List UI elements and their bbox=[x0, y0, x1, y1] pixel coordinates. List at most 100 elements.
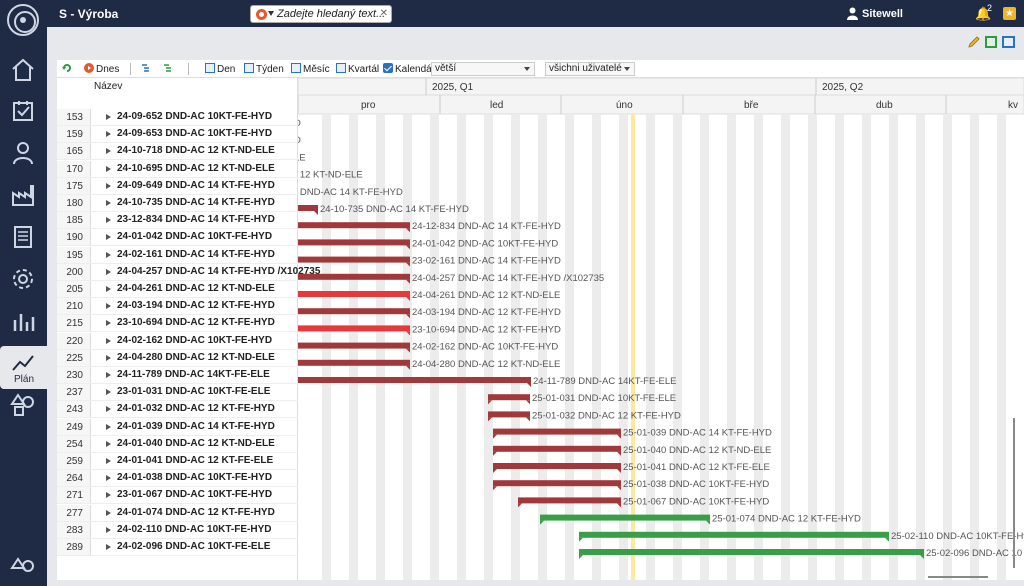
search-scope-icon[interactable] bbox=[256, 9, 267, 20]
today-button[interactable]: Dnes bbox=[84, 63, 119, 75]
shapes-icon[interactable] bbox=[10, 392, 36, 418]
table-row[interactable]: 153 24-09-652 DND-AC 10KT-FE-HYD bbox=[57, 109, 298, 126]
table-row[interactable]: 220 24-02-162 DND-AC 10KT-FE-HYD bbox=[57, 332, 298, 350]
expand-arrow-icon[interactable] bbox=[106, 165, 111, 172]
expand-arrow-icon[interactable] bbox=[106, 475, 111, 482]
gantt-bar[interactable] bbox=[298, 291, 410, 297]
expand-arrow-icon[interactable] bbox=[106, 320, 111, 327]
expand-arrow-icon[interactable] bbox=[106, 182, 111, 189]
expand-arrow-icon[interactable] bbox=[106, 303, 111, 310]
week-button[interactable]: Týden bbox=[244, 63, 284, 75]
table-row[interactable]: 237 23-01-031 DND-AC 10KT-FE-ELE bbox=[57, 384, 298, 402]
document-icon[interactable] bbox=[10, 224, 36, 250]
expand-arrow-icon[interactable] bbox=[106, 217, 111, 224]
table-row[interactable]: 190 24-01-042 DND-AC 10KT-FE-HYD bbox=[57, 229, 298, 247]
gantt-bar[interactable] bbox=[298, 205, 318, 211]
quarter-button[interactable]: Kvartál bbox=[336, 63, 379, 75]
expand-arrow-icon[interactable] bbox=[106, 372, 111, 378]
gantt-bar[interactable] bbox=[298, 308, 410, 315]
users-select[interactable]: všichni uživatelé bbox=[545, 62, 635, 76]
table-row[interactable]: 205 24-04-261 DND-AC 12 KT-ND-ELE bbox=[57, 281, 298, 298]
table-row[interactable]: 215 23-10-694 DND-AC 12 KT-FE-HYD bbox=[57, 315, 298, 333]
gantt-bar[interactable] bbox=[298, 222, 410, 229]
expand-icon[interactable] bbox=[163, 63, 175, 75]
size-select[interactable]: větší bbox=[431, 62, 535, 76]
table-row[interactable]: 271 23-01-067 DND-AC 10KT-FE-HYD bbox=[57, 487, 298, 505]
gantt-bar[interactable] bbox=[579, 549, 924, 555]
expand-arrow-icon[interactable] bbox=[106, 509, 111, 516]
table-row[interactable]: 277 24-01-074 DND-AC 12 KT-FE-HYD bbox=[57, 504, 298, 522]
gantt-bar[interactable] bbox=[298, 239, 410, 246]
gantt-bar[interactable] bbox=[518, 497, 621, 504]
gantt-bar[interactable] bbox=[579, 531, 889, 538]
expand-arrow-icon[interactable] bbox=[106, 286, 111, 292]
table-row[interactable]: 185 23-12-834 DND-AC 14 KT-FE-HYD bbox=[57, 212, 298, 230]
vertical-scrollbar[interactable] bbox=[1013, 418, 1015, 568]
gantt-bar[interactable] bbox=[298, 273, 410, 280]
refresh-icon[interactable] bbox=[62, 63, 74, 75]
search-input[interactable]: Zadejte hledaný text... ✕ bbox=[250, 5, 392, 23]
settings-icon[interactable] bbox=[10, 266, 36, 292]
table-row[interactable]: 230 24-11-789 DND-AC 14KT-FE-ELE bbox=[57, 367, 298, 384]
table-row[interactable]: 180 24-10-735 DND-AC 14 KT-FE-HYD bbox=[57, 195, 298, 212]
gantt-bar[interactable] bbox=[493, 463, 621, 469]
expand-arrow-icon[interactable] bbox=[106, 389, 111, 396]
gantt-bar[interactable] bbox=[493, 428, 621, 435]
person-icon[interactable] bbox=[10, 140, 36, 166]
home-icon[interactable] bbox=[10, 57, 36, 83]
grid-view-icon[interactable] bbox=[985, 36, 997, 48]
expand-arrow-icon[interactable] bbox=[106, 234, 111, 241]
expand-arrow-icon[interactable] bbox=[106, 526, 111, 533]
shapes-icon-bottom[interactable] bbox=[10, 556, 36, 582]
table-row[interactable]: 165 24-10-718 DND-AC 12 KT-ND-ELE bbox=[57, 143, 298, 161]
table-row[interactable]: 249 24-01-039 DND-AC 14 KT-FE-HYD bbox=[57, 418, 298, 436]
table-row[interactable]: 259 24-01-041 DND-AC 12 KT-FE-ELE bbox=[57, 453, 298, 470]
table-row[interactable]: 254 24-01-040 DND-AC 12 KT-ND-ELE bbox=[57, 435, 298, 453]
expand-arrow-icon[interactable] bbox=[106, 268, 111, 275]
table-row[interactable]: 210 24-03-194 DND-AC 12 KT-FE-HYD bbox=[57, 298, 298, 316]
gantt-bar[interactable] bbox=[488, 394, 530, 401]
expand-arrow-icon[interactable] bbox=[106, 458, 111, 464]
expand-arrow-icon[interactable] bbox=[106, 337, 111, 344]
gantt-bar[interactable] bbox=[493, 445, 621, 452]
user-icon[interactable] bbox=[847, 7, 858, 20]
gantt-bar[interactable] bbox=[493, 480, 621, 487]
chart-icon[interactable] bbox=[10, 308, 36, 334]
expand-arrow-icon[interactable] bbox=[106, 251, 111, 258]
gantt-bar[interactable] bbox=[298, 377, 531, 383]
calendar-checkbox[interactable]: Kalendář bbox=[383, 63, 435, 75]
expand-arrow-icon[interactable] bbox=[106, 544, 111, 550]
expand-arrow-icon[interactable] bbox=[106, 440, 111, 447]
factory-icon[interactable] bbox=[10, 182, 36, 208]
collapse-icon[interactable] bbox=[141, 63, 153, 75]
table-row[interactable]: 283 24-02-110 DND-AC 10KT-FE-HYD bbox=[57, 521, 298, 539]
expand-arrow-icon[interactable] bbox=[106, 148, 111, 155]
horizontal-scrollbar[interactable] bbox=[928, 576, 988, 578]
gantt-bar[interactable] bbox=[298, 256, 410, 263]
table-row[interactable]: 225 24-04-280 DND-AC 12 KT-ND-ELE bbox=[57, 349, 298, 367]
table-row[interactable]: 289 24-02-096 DND-AC 10KT-FE-ELE bbox=[57, 539, 298, 556]
close-icon[interactable]: ✕ bbox=[380, 8, 388, 19]
star-icon[interactable]: ★ bbox=[1003, 7, 1016, 20]
chevron-down-icon[interactable] bbox=[268, 11, 274, 16]
table-row[interactable]: 243 24-01-032 DND-AC 12 KT-FE-HYD bbox=[57, 401, 298, 419]
gantt-bar[interactable] bbox=[540, 514, 710, 521]
calendar-view-icon[interactable] bbox=[1002, 36, 1015, 48]
table-row[interactable]: 195 24-02-161 DND-AC 14 KT-FE-HYD bbox=[57, 246, 298, 264]
user-name[interactable]: Sitewell bbox=[862, 8, 903, 20]
expand-arrow-icon[interactable] bbox=[106, 200, 111, 206]
gantt-bar[interactable] bbox=[298, 359, 410, 366]
table-row[interactable]: 264 24-01-038 DND-AC 10KT-FE-HYD bbox=[57, 470, 298, 488]
table-row[interactable]: 175 24-09-649 DND-AC 14 KT-FE-HYD bbox=[57, 177, 298, 195]
expand-arrow-icon[interactable] bbox=[106, 114, 111, 120]
month-button[interactable]: Měsíc bbox=[291, 63, 330, 75]
table-row[interactable]: 170 24-10-695 DND-AC 12 KT-ND-ELE bbox=[57, 160, 298, 178]
gantt-bar[interactable] bbox=[298, 325, 410, 332]
app-logo[interactable] bbox=[7, 4, 39, 36]
pencil-icon[interactable] bbox=[968, 36, 980, 48]
task-icon[interactable] bbox=[10, 98, 36, 124]
table-row[interactable]: 159 24-09-653 DND-AC 10KT-FE-HYD bbox=[57, 126, 298, 144]
expand-arrow-icon[interactable] bbox=[106, 423, 111, 430]
column-header-name[interactable]: Název bbox=[94, 81, 122, 92]
gantt-bar[interactable] bbox=[488, 411, 530, 418]
